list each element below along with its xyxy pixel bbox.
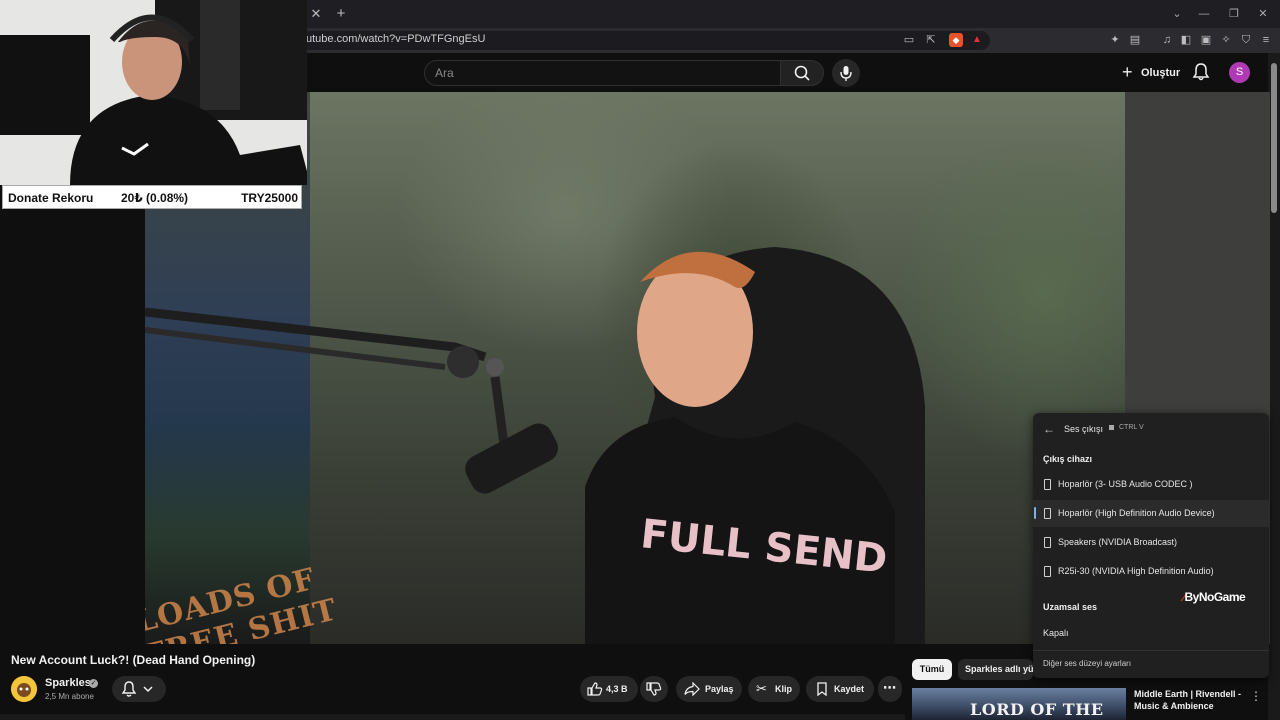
menu-shortcut: CTRL V [1109,424,1144,431]
cast-icon[interactable]: ▭ [902,33,916,47]
spatial-sound-option[interactable]: Kapalı [1043,628,1069,638]
speaker-icon [1044,566,1051,577]
menu-icon[interactable]: ≡ [1259,33,1273,47]
back-arrow-icon[interactable]: ← [1043,422,1055,436]
bottom-strip [0,714,905,720]
donation-record-bar: Donate Rekoru 20₺ (0.08%) TRY25000 [2,185,302,209]
channel-name[interactable]: Sparkles [45,677,91,689]
share-label: Paylaş [705,684,734,694]
device-label: Hoparlör (High Definition Audio Device) [1058,508,1215,518]
device-label: Hoparlör (3- USB Audio CODEC ) [1058,479,1193,489]
search-icon [794,65,810,81]
save-button[interactable]: Kaydet [806,676,874,702]
clip-button[interactable]: ✂ Klip [748,676,800,702]
more-volume-settings-link[interactable]: Diğer ses düzeyi ayarları [1043,659,1131,668]
more-vertical-icon[interactable]: ⋮ [1250,689,1262,703]
create-label: Oluştur [1141,67,1181,79]
subscription-bell-button[interactable] [112,676,166,702]
minimize-icon[interactable]: — [1195,5,1213,23]
recommendation-title[interactable]: Middle Earth | Rivendell - Music & Ambie… [1134,688,1249,712]
media-icon[interactable]: ♫ [1160,33,1174,47]
search-button[interactable] [780,60,824,86]
like-count: 4,3 B [606,684,628,694]
device-label: Speakers (NVIDIA Broadcast) [1058,537,1178,547]
tab-list-chevron-icon[interactable]: ⌄ [1168,5,1186,23]
microphone-arm-graphic [145,307,559,494]
share-button[interactable]: Paylaş [676,676,742,702]
scissors-icon: ✂ [756,681,767,696]
reader-icon[interactable]: ▤ [1128,33,1142,47]
share-page-icon[interactable]: ⇱ [924,33,938,47]
clip-label: Klip [775,684,792,694]
extensions-icon[interactable]: ✦ [1108,33,1122,47]
video-title: New Account Luck?! (Dead Hand Opening) [11,653,256,667]
keyboard-icon [1109,424,1114,430]
brave-shields-icon[interactable]: ◆ [949,33,963,47]
create-button[interactable]: + Oluştur [1116,60,1181,86]
thumbnail-title-text: LORD OF THE RINGS [970,700,1104,720]
dislike-button[interactable] [640,676,668,702]
microphone-icon [840,66,852,81]
voice-search-button[interactable] [832,59,860,87]
scrollbar-thumb[interactable] [1271,63,1277,213]
bell-icon [121,681,153,697]
audio-output-menu: ← Ses çıkışı CTRL V Çıkış cihazı Hoparlö… [1033,413,1269,678]
save-label: Kaydet [834,684,865,694]
wallet-icon[interactable]: ▣ [1199,33,1213,47]
brave-rewards-icon[interactable]: ▲ [970,33,984,47]
streamer-webcam [0,0,307,185]
speaker-icon [1044,508,1051,519]
search-input[interactable]: Ara [424,60,780,86]
speaker-icon [1044,537,1051,548]
menu-title: Ses çıkışı [1064,424,1104,434]
new-tab-icon[interactable]: + [332,5,350,23]
channel-avatar-graphic [11,676,37,702]
thumbs-down-icon [646,682,662,696]
chip-all[interactable]: Tümü [912,659,952,680]
url-field[interactable]: utube.com/watch?v=PDwTFGngEsU [300,31,990,50]
thumbs-up-icon [587,682,603,696]
webcam-feed-graphic [0,0,307,185]
output-device-heading: Çıkış cihazı [1043,454,1093,464]
recommendation-thumbnail[interactable]: LORD OF THE RINGS [912,688,1126,720]
like-button[interactable]: 4,3 B [580,676,638,702]
bell-icon [1192,63,1210,81]
tab-close-icon[interactable]: ✕ [307,5,325,23]
spatial-sound-heading: Uzamsal ses [1043,602,1098,612]
plus-icon: + [1122,62,1133,82]
subscriber-count: 2,5 Mn abone [45,692,94,701]
close-window-icon[interactable]: ✕ [1254,5,1272,23]
device-item-hd-audio[interactable]: Hoparlör (High Definition Audio Device) [1033,500,1269,527]
speaker-icon [1044,479,1051,490]
leo-ai-icon[interactable]: ✧ [1219,33,1233,47]
vpn-shield-icon[interactable]: ⛉ [1239,33,1253,47]
sidebar-toggle-icon[interactable]: ◧ [1179,33,1193,47]
verified-check-icon: ✓ [89,679,98,688]
device-label: R25i-30 (NVIDIA High Definition Audio) [1058,566,1214,576]
bynogame-watermark: ⁄ByNoGame [1183,590,1246,604]
menu-divider [1033,650,1269,651]
share-icon [684,682,700,696]
chip-channel[interactable]: Sparkles adlı yü [958,659,1033,680]
account-avatar[interactable]: S [1229,62,1250,83]
device-item-nvidia-broadcast[interactable]: Speakers (NVIDIA Broadcast) [1033,529,1269,556]
more-horizontal-icon: ⋯ [883,680,896,695]
bookmark-icon [817,682,827,696]
streamer-in-video-graphic: FULL SEND [585,247,925,644]
device-item-nvidia-hd[interactable]: R25i-30 (NVIDIA High Definition Audio) [1033,558,1269,585]
notifications-button[interactable] [1190,61,1212,83]
channel-avatar[interactable] [11,676,37,702]
donate-goal: TRY25000 [241,191,298,205]
donate-amount: 20₺ (0.08%) [121,191,189,205]
donate-label: Donate Rekoru [8,191,94,205]
device-item-usb-codec[interactable]: Hoparlör (3- USB Audio CODEC ) [1033,471,1269,498]
maximize-icon[interactable]: ❐ [1225,5,1243,23]
more-actions-button[interactable]: ⋯ [878,676,902,702]
url-text: utube.com/watch?v=PDwTFGngEsU [306,33,486,45]
